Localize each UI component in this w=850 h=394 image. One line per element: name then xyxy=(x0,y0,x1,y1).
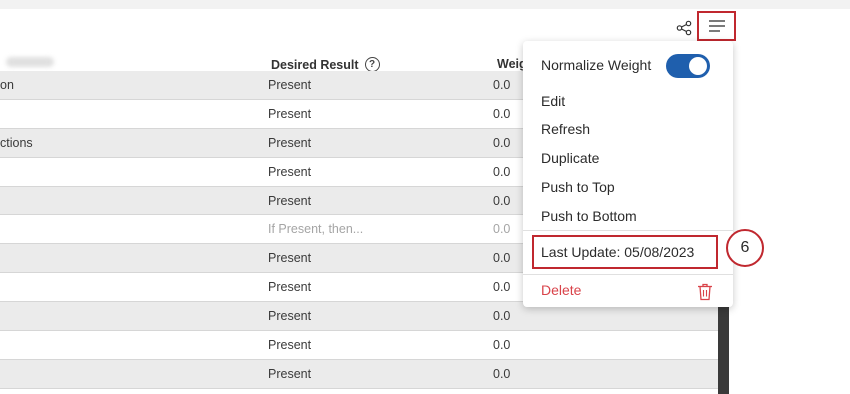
menu-item-normalize-weight: Normalize Weight xyxy=(541,57,652,73)
column-header-blurred xyxy=(6,57,54,67)
menu-item-edit[interactable]: Edit xyxy=(541,93,565,109)
row-desired-result: Present xyxy=(268,78,312,92)
hamburger-menu-icon xyxy=(708,20,725,32)
normalize-weight-toggle[interactable] xyxy=(666,54,710,78)
menu-divider xyxy=(523,274,733,275)
row-weight: 0.0 xyxy=(493,251,511,266)
menu-item-refresh[interactable]: Refresh xyxy=(541,121,590,137)
share-icon xyxy=(676,20,692,36)
row-weight: 0.0 xyxy=(493,78,511,92)
options-dropdown-menu: Normalize Weight Edit Refresh Duplicate … xyxy=(523,41,733,307)
row-weight: 0.0 xyxy=(493,193,511,208)
row-desired-result: Present xyxy=(268,309,312,324)
row-name: on xyxy=(0,78,14,92)
column-header-desired-result[interactable]: Desired Result ? xyxy=(271,57,380,72)
desired-result-label: Desired Result xyxy=(271,57,359,72)
row-desired-result: Present xyxy=(268,135,312,150)
row-desired-result: If Present, then... xyxy=(268,222,364,237)
toggle-knob xyxy=(689,57,707,75)
menu-item-duplicate[interactable]: Duplicate xyxy=(541,150,599,166)
scrollbar[interactable] xyxy=(718,300,729,394)
menu-item-delete[interactable]: Delete xyxy=(541,282,581,298)
menu-item-push-to-top[interactable]: Push to Top xyxy=(541,179,615,195)
row-desired-result: Present xyxy=(268,193,312,208)
table-row[interactable]: Present 0.0 xyxy=(0,359,718,389)
help-circle-icon[interactable]: ? xyxy=(364,57,380,72)
row-weight: 0.0 xyxy=(493,106,511,121)
row-weight: 0.0 xyxy=(493,366,511,381)
top-strip xyxy=(0,0,850,9)
row-weight: 0.0 xyxy=(493,309,511,324)
last-update-label: Last Update: 05/08/2023 xyxy=(541,244,695,260)
row-desired-result: Present xyxy=(268,366,312,381)
row-name: ctions xyxy=(0,135,33,150)
menu-divider xyxy=(523,230,733,231)
row-desired-result: Present xyxy=(268,338,312,353)
step-badge: 6 xyxy=(726,229,764,267)
table-row[interactable]: Present 0.0 xyxy=(0,331,718,360)
share-button[interactable] xyxy=(673,17,695,39)
row-desired-result: Present xyxy=(268,251,312,266)
page: Desired Result ? Weig on Present 0.0 Presen… xyxy=(0,0,850,394)
trash-icon[interactable] xyxy=(697,283,713,301)
row-desired-result: Present xyxy=(268,280,312,295)
row-desired-result: Present xyxy=(268,164,312,179)
row-weight: 0.0 xyxy=(493,222,511,237)
row-weight: 0.0 xyxy=(493,338,511,353)
row-weight: 0.0 xyxy=(493,280,511,295)
row-desired-result: Present xyxy=(268,106,312,121)
row-weight: 0.0 xyxy=(493,164,511,179)
menu-item-push-to-bottom[interactable]: Push to Bottom xyxy=(541,208,637,224)
row-weight: 0.0 xyxy=(493,135,511,150)
menu-item-last-update: Last Update: 05/08/2023 xyxy=(532,235,718,269)
menu-button[interactable] xyxy=(697,11,736,41)
